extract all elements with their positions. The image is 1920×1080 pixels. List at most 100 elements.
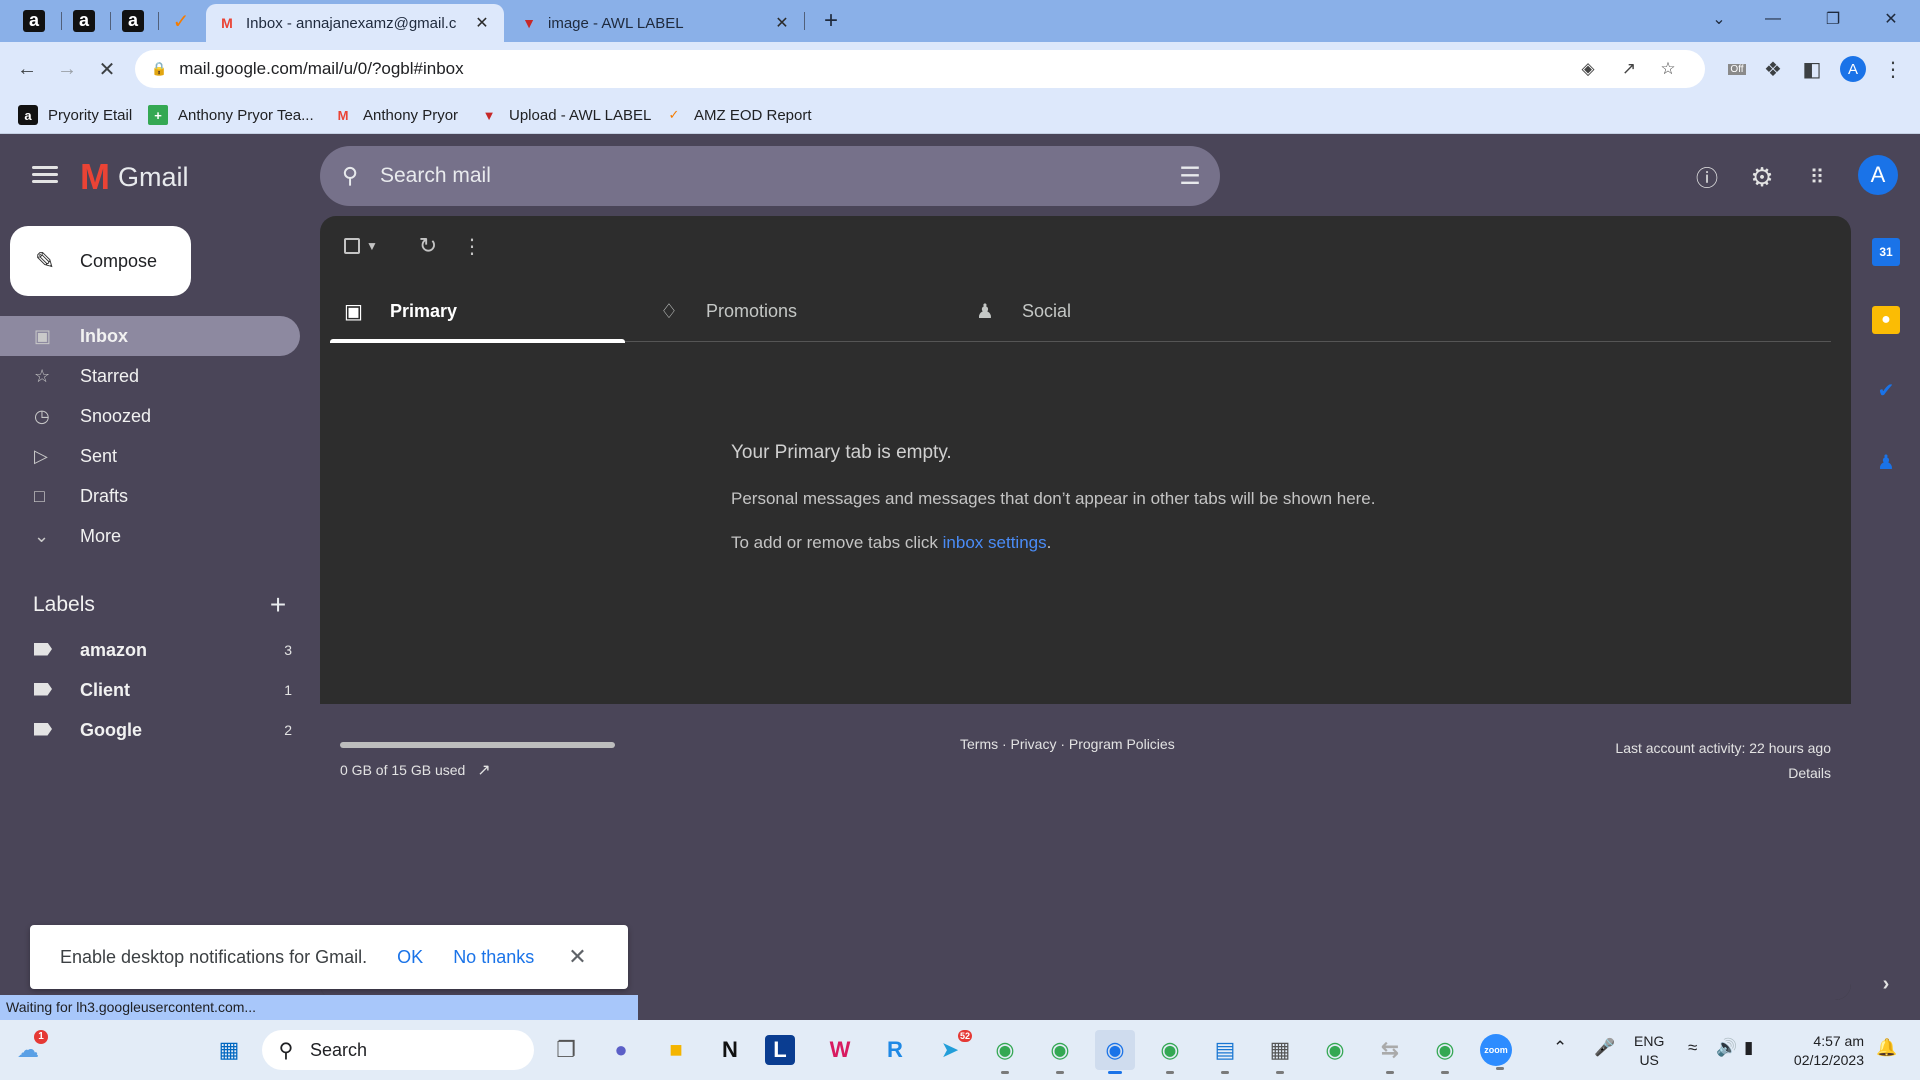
gmail-logo[interactable]: M Gmail bbox=[80, 159, 189, 195]
close-tab-icon[interactable]: ✕ bbox=[472, 13, 492, 33]
chrome-icon[interactable]: ◉ bbox=[1425, 1030, 1465, 1074]
refresh-icon[interactable]: ↻ bbox=[414, 232, 442, 260]
nav-item-more[interactable]: ⌄ More bbox=[0, 516, 300, 556]
share-icon[interactable]: ↗ bbox=[1616, 56, 1642, 82]
nav-item-snoozed[interactable]: ◷ Snoozed bbox=[0, 396, 300, 436]
chrome-icon[interactable]: ◉ bbox=[985, 1030, 1025, 1074]
nav-item-starred[interactable]: ☆ Starred bbox=[0, 356, 300, 396]
stop-loading-icon[interactable]: ✕ bbox=[92, 54, 122, 84]
pinned-tab-amazon-3[interactable]: a bbox=[111, 4, 155, 38]
tasks-check-icon[interactable]: ✔ bbox=[1872, 376, 1900, 404]
battery-icon[interactable]: ▮ bbox=[1744, 1038, 1753, 1058]
language-indicator[interactable]: ENG US bbox=[1634, 1032, 1664, 1070]
wps-icon[interactable]: W bbox=[820, 1030, 860, 1070]
pinned-tab-amazon-2[interactable]: a bbox=[62, 4, 106, 38]
windows-start-icon[interactable]: ▦ bbox=[209, 1030, 249, 1070]
task-view-icon[interactable]: ❐ bbox=[546, 1030, 586, 1070]
label-item-google[interactable]: Google 2 bbox=[0, 710, 300, 750]
chrome-active-icon[interactable]: ◉ bbox=[1095, 1030, 1135, 1074]
open-in-new-icon[interactable]: ↗ bbox=[477, 760, 490, 780]
bookmark-anthony-pryor-team[interactable]: + Anthony Pryor Tea... bbox=[148, 102, 314, 128]
chrome-menu-icon[interactable]: ⋮ bbox=[1878, 54, 1908, 84]
back-icon[interactable]: ← bbox=[12, 54, 42, 84]
restore-icon[interactable]: ❐ bbox=[1810, 0, 1856, 38]
tab-search-icon[interactable]: ⌄ bbox=[1696, 0, 1742, 38]
contacts-icon[interactable]: ♟ bbox=[1872, 448, 1900, 476]
search-options-icon[interactable]: ☰ bbox=[1160, 162, 1220, 191]
account-avatar[interactable]: A bbox=[1858, 155, 1898, 195]
show-hidden-icons-icon[interactable]: ⌃ bbox=[1553, 1038, 1567, 1058]
chrome-icon[interactable]: ◉ bbox=[1315, 1030, 1355, 1070]
taskbar-search[interactable]: ⚲ Search bbox=[262, 1030, 534, 1070]
bookmark-pryority-etail[interactable]: a Pryority Etail bbox=[18, 102, 132, 128]
calendar-icon[interactable]: 31 bbox=[1872, 238, 1900, 266]
tab-awl-label[interactable]: ▼ image - AWL LABEL ✕ bbox=[508, 4, 804, 42]
extensions-puzzle-icon[interactable]: ❖ bbox=[1758, 54, 1788, 84]
details-link[interactable]: Details bbox=[1615, 761, 1831, 786]
telegram-icon[interactable]: ➤ 52 bbox=[930, 1030, 972, 1070]
side-panel-icon[interactable]: ◧ bbox=[1797, 54, 1827, 84]
inbox-settings-link[interactable]: inbox settings bbox=[943, 533, 1047, 552]
chrome-icon[interactable]: ◉ bbox=[1040, 1030, 1080, 1074]
notifications-bell-icon[interactable]: 🔔 bbox=[1876, 1038, 1897, 1058]
nav-item-inbox[interactable]: ▣ Inbox bbox=[0, 316, 300, 356]
tab-promotions[interactable]: ♢ Promotions bbox=[646, 280, 941, 342]
nav-item-drafts[interactable]: □ Drafts bbox=[0, 476, 300, 516]
lastpass-icon[interactable]: L bbox=[765, 1035, 795, 1065]
volume-icon[interactable]: 🔊 bbox=[1716, 1038, 1737, 1058]
chrome-icon[interactable]: ◉ bbox=[1150, 1030, 1190, 1074]
nav-item-sent[interactable]: ▷ Sent bbox=[0, 436, 300, 476]
select-dropdown-icon[interactable]: ▼ bbox=[364, 232, 380, 260]
zoom-icon[interactable]: zoom bbox=[1480, 1034, 1512, 1070]
file-explorer-icon[interactable]: ■ bbox=[656, 1030, 696, 1070]
pinned-tab-tasks[interactable]: ✓ bbox=[159, 4, 203, 38]
microphone-icon[interactable]: 🎤 bbox=[1594, 1038, 1615, 1058]
notion-icon[interactable]: N bbox=[710, 1030, 750, 1070]
bookmark-amz-eod-report[interactable]: ✓ AMZ EOD Report bbox=[664, 102, 812, 128]
label-item-amazon[interactable]: amazon 3 bbox=[0, 630, 300, 670]
teams-chat-icon[interactable]: ● bbox=[601, 1030, 641, 1070]
bookmark-upload-awl-label[interactable]: ▼ Upload - AWL LABEL bbox=[479, 102, 652, 128]
weather-icon[interactable]: ☁ 1 bbox=[8, 1030, 48, 1070]
show-side-panel-icon[interactable]: › bbox=[1872, 970, 1900, 998]
new-tab-button[interactable]: + bbox=[816, 6, 846, 36]
wifi-icon[interactable]: ≈ bbox=[1688, 1038, 1697, 1058]
compose-button[interactable]: ✎ Compose bbox=[10, 226, 191, 296]
close-icon[interactable]: ✕ bbox=[568, 944, 586, 970]
extension-off-icon[interactable]: Off bbox=[1722, 54, 1752, 84]
tab-inbox[interactable]: M Inbox - annajanexamz@gmail.c ✕ bbox=[206, 4, 504, 42]
profile-button[interactable]: A bbox=[1838, 54, 1868, 84]
no-thanks-button[interactable]: No thanks bbox=[453, 947, 534, 968]
search-bar[interactable]: ⚲ Search mail ☰ bbox=[320, 146, 1220, 206]
clock[interactable]: 4:57 am 02/12/2023 bbox=[1784, 1032, 1864, 1070]
ok-button[interactable]: OK bbox=[397, 947, 423, 968]
rdp-icon[interactable]: R bbox=[875, 1030, 915, 1070]
lock-icon[interactable]: 🔒 bbox=[151, 61, 167, 77]
help-icon[interactable]: ⓘ bbox=[1690, 160, 1724, 194]
more-actions-icon[interactable]: ⋮ bbox=[462, 232, 482, 260]
apps-grid-icon[interactable]: ⠿ bbox=[1800, 160, 1834, 194]
search-input[interactable]: Search mail bbox=[380, 164, 1160, 188]
pinned-tab-amazon-1[interactable]: a bbox=[12, 4, 56, 38]
minimize-icon[interactable]: — bbox=[1750, 0, 1796, 38]
notepad-icon[interactable]: ▤ bbox=[1205, 1030, 1245, 1074]
main-menu-icon[interactable] bbox=[28, 162, 62, 192]
tab-primary[interactable]: ▣ Primary bbox=[330, 280, 625, 343]
settings-gear-icon[interactable]: ⚙ bbox=[1745, 160, 1779, 194]
keep-icon[interactable]: ● bbox=[1872, 306, 1900, 334]
label-item-client[interactable]: Client 1 bbox=[0, 670, 300, 710]
address-bar[interactable]: 🔒 mail.google.com/mail/u/0/?ogbl#inbox ◈… bbox=[135, 50, 1705, 88]
close-tab-icon[interactable]: ✕ bbox=[772, 13, 792, 33]
close-window-icon[interactable]: ✕ bbox=[1868, 0, 1914, 38]
policy-links[interactable]: Terms · Privacy · Program Policies bbox=[960, 736, 1175, 752]
bookmark-anthony-pryor[interactable]: M Anthony Pryor bbox=[333, 102, 458, 128]
search-icon[interactable]: ⚲ bbox=[320, 163, 380, 189]
select-all-checkbox[interactable] bbox=[342, 232, 362, 260]
calculator-icon[interactable]: ▦ bbox=[1260, 1030, 1300, 1074]
lens-icon[interactable]: ◈ bbox=[1575, 56, 1601, 82]
forward-icon[interactable]: → bbox=[52, 54, 82, 84]
bookmark-star-icon[interactable]: ☆ bbox=[1655, 56, 1681, 82]
add-label-icon[interactable]: + bbox=[263, 589, 293, 621]
sync-icon[interactable]: ⇆ bbox=[1370, 1030, 1410, 1074]
tab-social[interactable]: ♟ Social bbox=[962, 280, 1257, 342]
